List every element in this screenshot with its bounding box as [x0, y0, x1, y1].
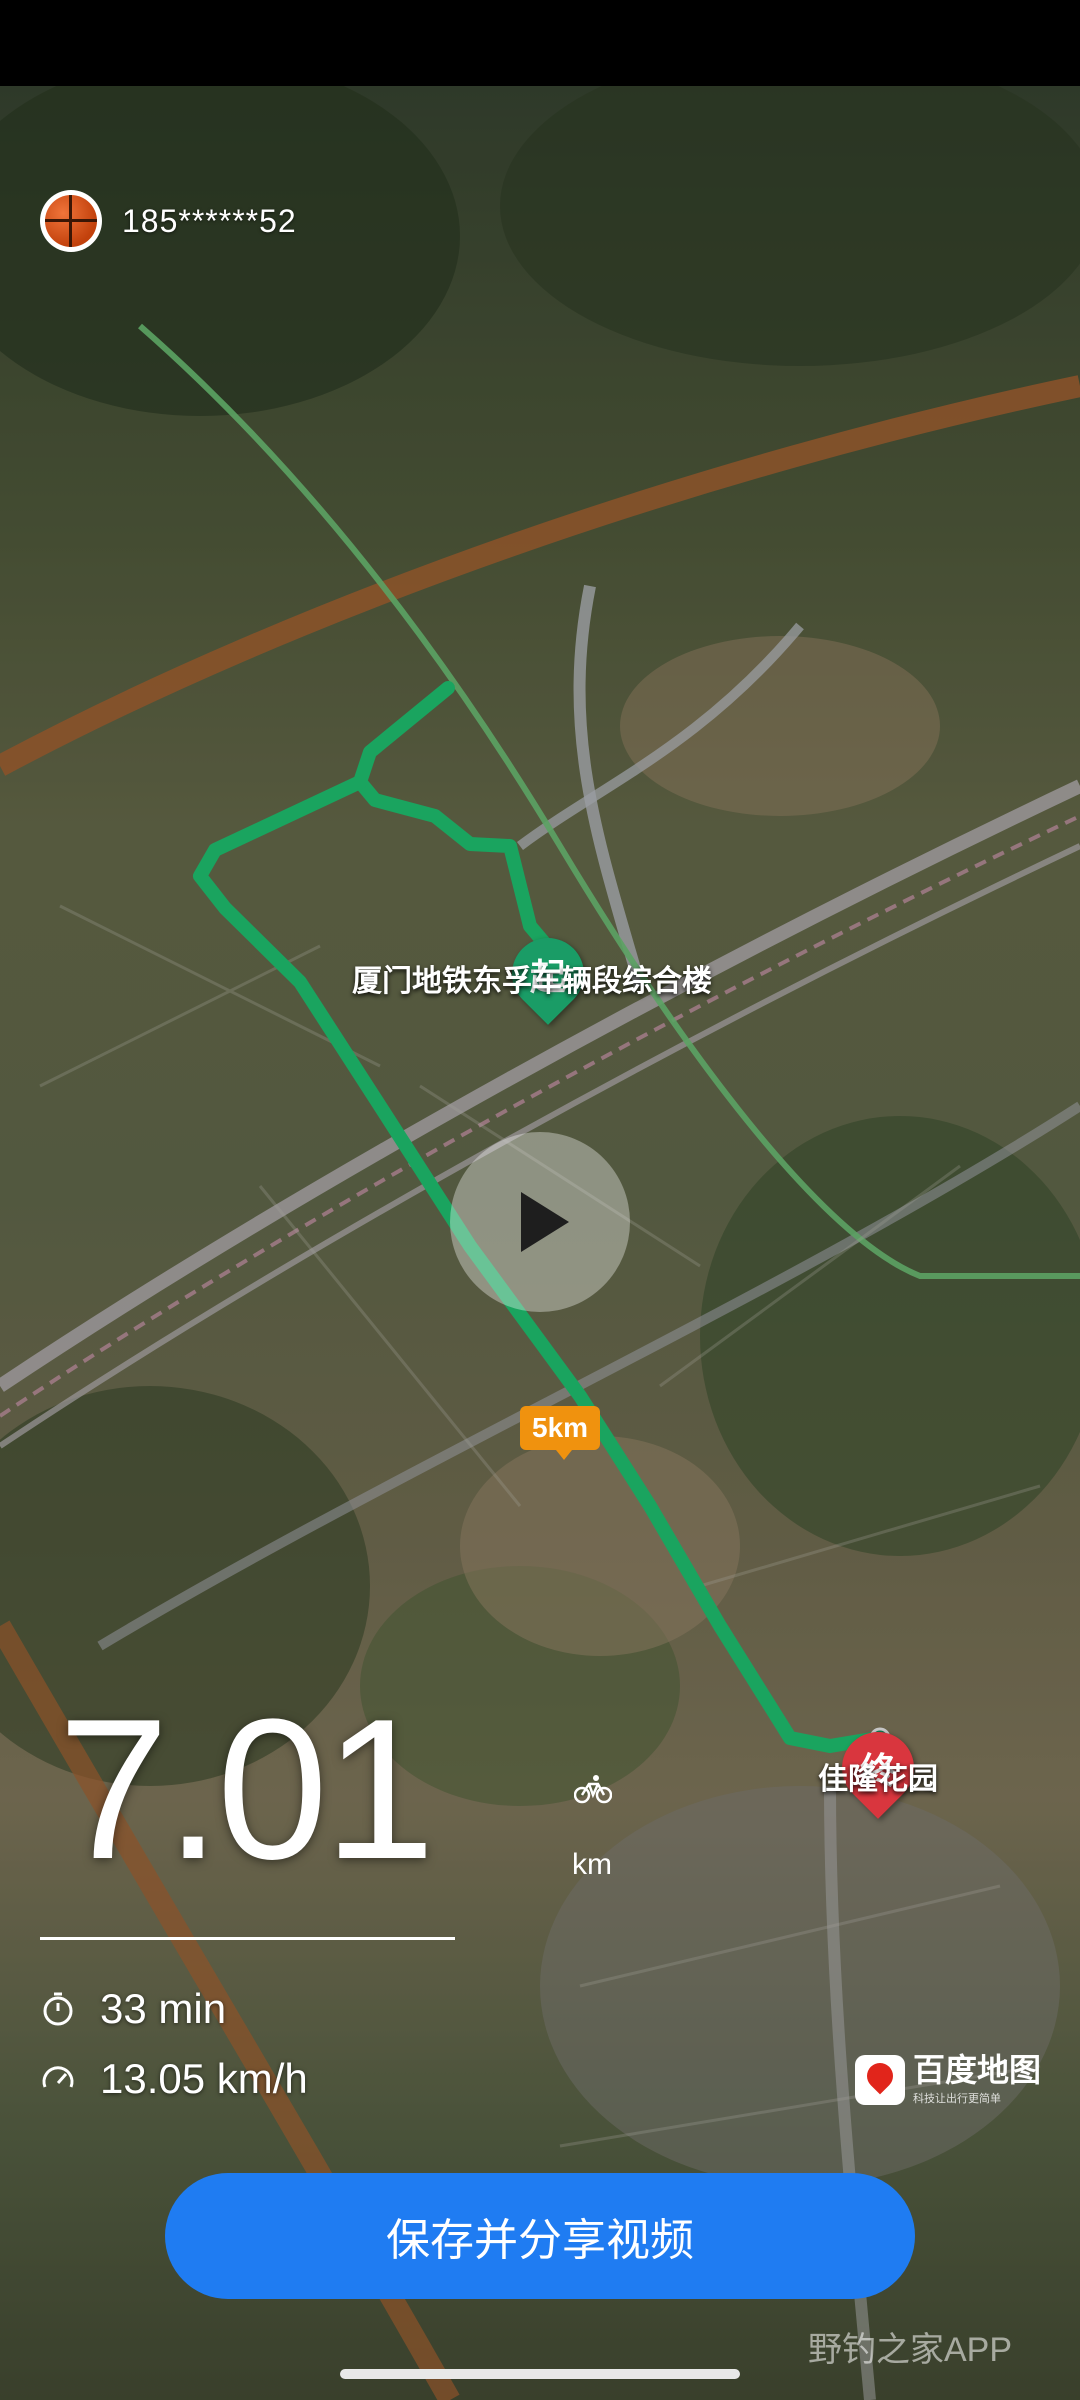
- baidu-maps-icon: [855, 2055, 905, 2105]
- speed-value: 13.05 km/h: [100, 2055, 308, 2102]
- stats-divider: [40, 1937, 455, 1940]
- bicycle-icon: [574, 1775, 612, 1804]
- map-provider-name: 百度地图: [913, 2052, 1042, 2088]
- duration-row: 33 min: [40, 1985, 226, 2033]
- save-share-video-button[interactable]: 保存并分享视频: [165, 2173, 915, 2299]
- basketball-icon: [45, 195, 97, 247]
- avatar[interactable]: [40, 190, 102, 252]
- play-icon: [521, 1192, 569, 1252]
- user-phone: 185******52: [122, 202, 297, 239]
- speed-row: 13.05 km/h: [40, 2055, 308, 2103]
- timer-icon: [43, 1992, 73, 2026]
- speedometer-icon: [42, 2066, 74, 2088]
- user-profile[interactable]: 185******52: [40, 190, 297, 252]
- distance-unit: km: [572, 1848, 612, 1881]
- km-marker-badge: 5km: [520, 1406, 601, 1460]
- baidu-maps-logo: 百度地图 科技让出行更简单: [855, 2054, 1041, 2106]
- distance-value: 7.01: [58, 1678, 435, 1901]
- screen: 起 厦门地铁东孚车辆段综合楼 终 佳隆花园 5km 185******52 7.…: [0, 0, 1080, 2400]
- watermark: 野钓之家APP: [808, 2331, 1013, 2369]
- duration-value: 33 min: [100, 1985, 227, 2032]
- status-bar: [0, 0, 1080, 86]
- map-provider-tagline: 科技让出行更简单: [913, 2093, 1001, 2105]
- start-location-label: 厦门地铁东孚车辆段综合楼: [352, 965, 712, 998]
- end-location-label: 佳隆花园: [818, 1763, 938, 1796]
- play-video-button[interactable]: [450, 1132, 630, 1312]
- home-indicator[interactable]: [340, 2369, 740, 2379]
